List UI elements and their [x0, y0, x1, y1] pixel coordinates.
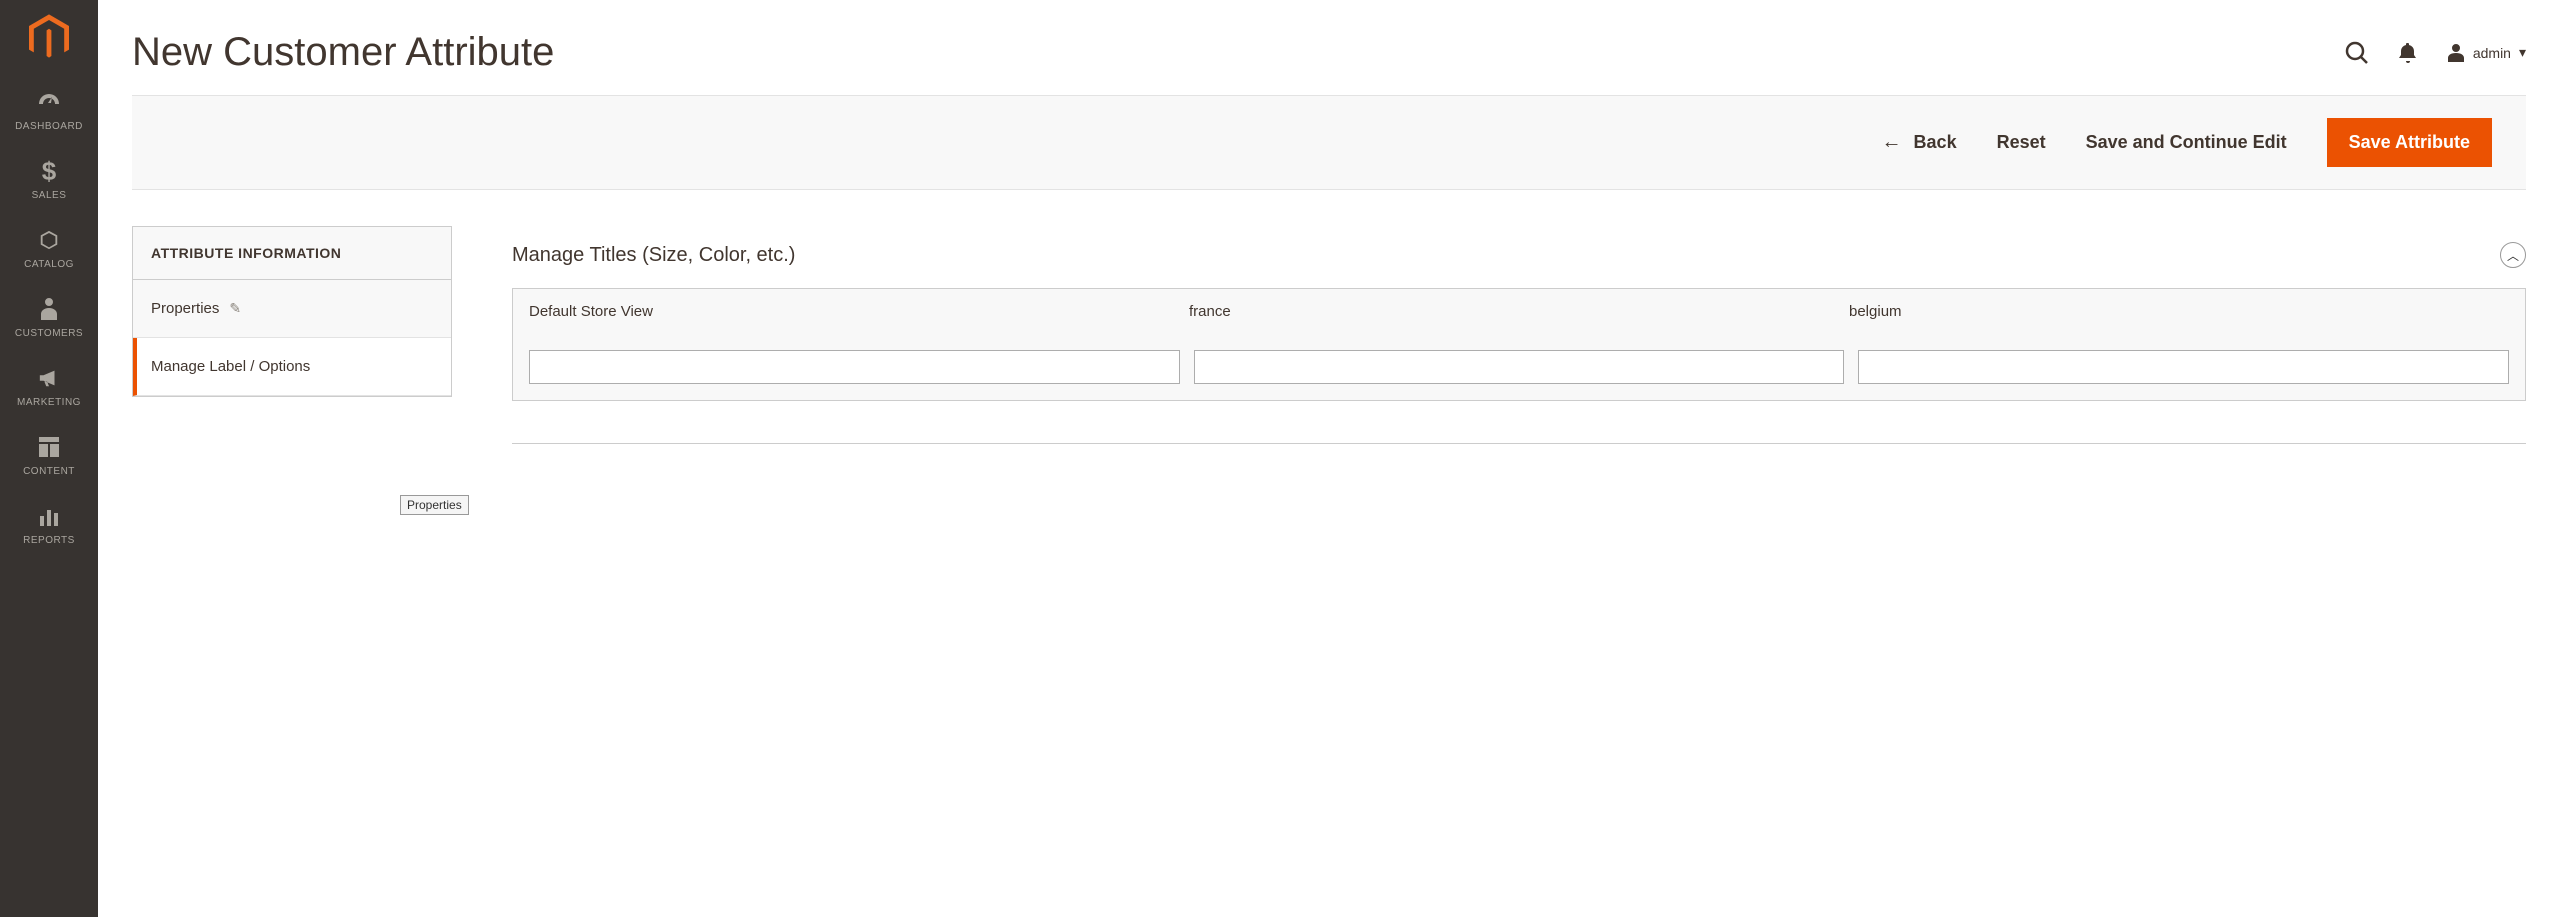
page-title: New Customer Attribute: [132, 30, 2345, 75]
form-area: Manage Titles (Size, Color, etc.) ︿ Defa…: [512, 226, 2526, 444]
search-icon[interactable]: [2345, 41, 2369, 65]
user-menu[interactable]: admin ▾: [2447, 44, 2526, 62]
page-header: New Customer Attribute admin ▾: [98, 0, 2560, 95]
back-button[interactable]: ← Back: [1882, 131, 1957, 154]
input-default-store[interactable]: [529, 350, 1180, 384]
collapse-button[interactable]: ︿: [2500, 242, 2526, 268]
tab-manage-labels[interactable]: Manage Label / Options: [133, 338, 451, 396]
dollar-icon: $: [42, 158, 56, 184]
nav-sales[interactable]: $ SALES: [0, 144, 98, 213]
input-france[interactable]: [1194, 350, 1845, 384]
nav-customers[interactable]: CUSTOMERS: [0, 282, 98, 351]
magento-logo[interactable]: [0, 0, 98, 75]
chevron-down-icon: ▾: [2519, 44, 2526, 61]
header-tools: admin ▾: [2345, 41, 2526, 65]
properties-tooltip: Properties: [400, 495, 469, 515]
save-attribute-button[interactable]: Save Attribute: [2327, 118, 2492, 167]
titles-table: Default Store View france belgium: [512, 288, 2526, 401]
user-icon: [2447, 44, 2465, 62]
bars-icon: [39, 503, 59, 529]
chevron-up-icon: ︿: [2507, 247, 2519, 264]
nav-label: SALES: [32, 190, 67, 201]
person-icon: [40, 296, 58, 322]
tab-properties[interactable]: Properties ✎: [133, 280, 451, 338]
nav-marketing[interactable]: MARKETING: [0, 351, 98, 420]
user-name: admin: [2473, 45, 2511, 61]
nav-content[interactable]: CONTENT: [0, 420, 98, 489]
input-belgium[interactable]: [1858, 350, 2509, 384]
save-continue-label: Save and Continue Edit: [2086, 132, 2287, 153]
fieldset-header: Manage Titles (Size, Color, etc.) ︿: [512, 226, 2526, 288]
reset-label: Reset: [1997, 132, 2046, 153]
divider: [512, 443, 2526, 444]
magento-logo-icon: [29, 14, 69, 62]
megaphone-icon: [38, 365, 60, 391]
fieldset-title: Manage Titles (Size, Color, etc.): [512, 244, 2500, 267]
nav-label: CATALOG: [24, 259, 74, 270]
pencil-icon: ✎: [229, 300, 241, 317]
content-row: ATTRIBUTE INFORMATION Properties ✎ Manag…: [98, 190, 2560, 444]
attribute-info-panel: ATTRIBUTE INFORMATION Properties ✎ Manag…: [132, 226, 452, 397]
nav-dashboard[interactable]: DASHBOARD: [0, 75, 98, 144]
col-default-store: Default Store View: [529, 303, 1189, 320]
layout-icon: [39, 434, 59, 460]
tab-labels-label: Manage Label / Options: [151, 358, 310, 375]
titles-inputs: [513, 334, 2525, 400]
nav-label: REPORTS: [23, 535, 75, 546]
dashboard-icon: [37, 89, 61, 115]
col-france: france: [1189, 303, 1849, 320]
nav-label: MARKETING: [17, 397, 81, 408]
nav-reports[interactable]: REPORTS: [0, 489, 98, 558]
titles-header: Default Store View france belgium: [513, 289, 2525, 334]
arrow-left-icon: ←: [1882, 131, 1902, 154]
save-label: Save Attribute: [2349, 132, 2470, 152]
tab-properties-label: Properties: [151, 300, 219, 317]
nav-catalog[interactable]: CATALOG: [0, 213, 98, 282]
panel-title: ATTRIBUTE INFORMATION: [133, 227, 451, 280]
action-bar: ← Back Reset Save and Continue Edit Save…: [132, 95, 2526, 190]
col-belgium: belgium: [1849, 303, 2509, 320]
main-area: New Customer Attribute admin ▾ ← Back Re…: [98, 0, 2560, 917]
nav-label: CUSTOMERS: [15, 328, 83, 339]
reset-button[interactable]: Reset: [1997, 132, 2046, 153]
bell-icon[interactable]: [2399, 43, 2417, 63]
nav-label: CONTENT: [23, 466, 75, 477]
admin-sidebar: DASHBOARD $ SALES CATALOG CUSTOMERS MARK…: [0, 0, 98, 917]
cube-icon: [38, 227, 60, 253]
back-label: Back: [1914, 132, 1957, 153]
nav-label: DASHBOARD: [15, 121, 83, 132]
save-continue-button[interactable]: Save and Continue Edit: [2086, 132, 2287, 153]
